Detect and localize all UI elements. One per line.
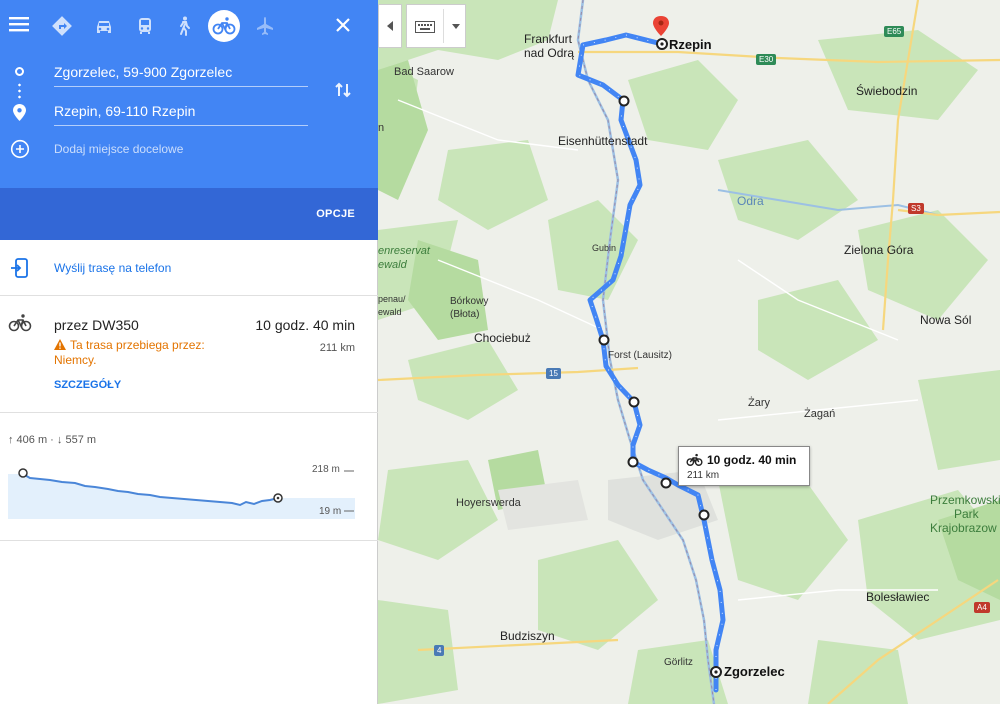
place-label: Gubin — [592, 243, 617, 253]
elevation-max-label: 218 m — [312, 464, 340, 475]
elevation-start-icon — [18, 468, 28, 478]
route-box-distance: 211 km — [687, 470, 720, 481]
mode-car[interactable] — [88, 10, 120, 42]
route-info-box[interactable]: 10 godz. 40 min 211 km — [678, 446, 810, 486]
route-duration: 10 godz. 40 min — [255, 317, 355, 333]
elevation-stats: ↑ 406 m · ↓ 557 m — [8, 434, 97, 446]
place-label: Chociebuż — [474, 331, 531, 345]
directions-panel: Zgorzelec, 59-900 Zgorzelec Rzepin, 69-1… — [0, 0, 378, 704]
place-label: Bad Saarow — [394, 66, 454, 78]
place-label: n — [378, 122, 385, 134]
route-box-duration: 10 godz. 40 min — [707, 453, 797, 467]
place-label: nad Odrą — [524, 46, 575, 60]
bicycle-icon — [8, 312, 32, 339]
place-label: Hoyerswerda — [456, 497, 521, 509]
car-icon — [97, 21, 111, 33]
send-to-phone-label: Wyślij trasę na telefon — [54, 261, 172, 275]
details-button[interactable]: SZCZEGÓŁY — [54, 379, 121, 391]
add-destination-field[interactable]: Dodaj miejsce docelowe — [54, 142, 183, 156]
place-label: Żagań — [804, 408, 836, 420]
swap-icon[interactable] — [333, 80, 353, 105]
road-shield: E30 — [756, 54, 777, 65]
transit-icon — [139, 18, 151, 34]
place-label: enreservat — [378, 245, 430, 257]
road-shield: 4 — [434, 645, 445, 656]
menu-icon[interactable] — [9, 16, 29, 32]
place-label: ewald — [378, 259, 407, 271]
origin-input[interactable]: Zgorzelec, 59-900 Zgorzelec — [54, 61, 308, 87]
warning-icon — [54, 339, 66, 350]
bicycle-icon — [212, 17, 236, 35]
route-warning-text: Ta trasa przebiega przez: Niemcy. — [54, 338, 205, 367]
mode-best-route[interactable] — [46, 10, 78, 42]
place-label: ewald — [378, 307, 402, 317]
chevron-down-icon[interactable] — [452, 24, 460, 29]
place-label: Görlitz — [664, 657, 693, 668]
place-label: Bolesławiec — [866, 590, 930, 604]
mode-walk[interactable] — [168, 10, 200, 42]
road-shield: 15 — [546, 368, 561, 379]
best-route-icon — [52, 16, 72, 36]
place-label: Świebodzin — [856, 84, 918, 98]
destination-pin-icon — [13, 104, 26, 126]
map-view[interactable]: E65 E30 S3 15 A4 4 Frankfurt nad Odrą Rz… — [378, 0, 1000, 704]
place-label: Forst (Lausitz) — [608, 350, 672, 361]
road-shield: S3 — [908, 203, 924, 214]
place-label: Bórkowy — [450, 296, 489, 307]
collapse-panel-button[interactable] — [378, 4, 402, 48]
place-label: Odra — [737, 194, 764, 208]
send-to-phone-icon — [10, 258, 30, 283]
bicycle-icon — [686, 453, 703, 466]
add-destination-icon[interactable] — [10, 139, 30, 164]
place-label: Eisenhüttenstadt — [558, 134, 648, 148]
elevation-min-label: 19 m — [319, 506, 342, 517]
place-label: (Błota) — [450, 309, 480, 320]
place-label: Żary — [748, 397, 770, 409]
road-shield: A4 — [974, 602, 990, 613]
send-to-phone-row[interactable]: Wyślij trasę na telefon — [0, 240, 378, 296]
route-distance: 211 km — [319, 342, 355, 354]
place-label: Park — [954, 507, 979, 521]
place-label: penau/ — [378, 294, 406, 304]
mode-flight[interactable] — [249, 10, 281, 42]
place-label: Rzepin — [669, 37, 712, 52]
origin-dot-icon — [15, 67, 24, 76]
place-label: Przemkowski — [930, 493, 1000, 507]
place-label: Nowa Sól — [920, 313, 972, 327]
place-label: Zgorzelec — [724, 664, 785, 679]
destination-input[interactable]: Rzepin, 69-110 Rzepin — [54, 100, 308, 126]
route-option[interactable]: przez DW350 10 godz. 40 min 211 km Ta tr… — [0, 296, 378, 413]
route-warning: Ta trasa przebiega przez: Niemcy. — [54, 338, 224, 368]
mode-transit[interactable] — [129, 10, 161, 42]
input-tools-button[interactable] — [406, 4, 466, 48]
close-icon[interactable] — [335, 17, 351, 33]
place-label: Krajobrazow — [930, 521, 997, 535]
mode-bicycle[interactable] — [208, 10, 240, 42]
elevation-profile: ↑ 406 m · ↓ 557 m 218 m 19 m — [0, 413, 378, 541]
origin-marker-icon — [710, 666, 722, 678]
keyboard-icon — [415, 21, 435, 33]
route-dots — [18, 82, 21, 100]
place-label: Budziszyn — [500, 629, 555, 643]
road-shield: E65 — [884, 26, 905, 37]
chevron-left-icon — [387, 21, 393, 31]
options-button[interactable]: OPCJE — [316, 208, 355, 220]
place-label: Frankfurt — [524, 32, 573, 46]
route-via: przez DW350 — [54, 317, 139, 333]
place-label: Zielona Góra — [844, 243, 914, 257]
flight-icon — [257, 17, 273, 35]
directions-header: Zgorzelec, 59-900 Zgorzelec Rzepin, 69-1… — [0, 0, 378, 240]
walk-icon — [180, 16, 190, 36]
